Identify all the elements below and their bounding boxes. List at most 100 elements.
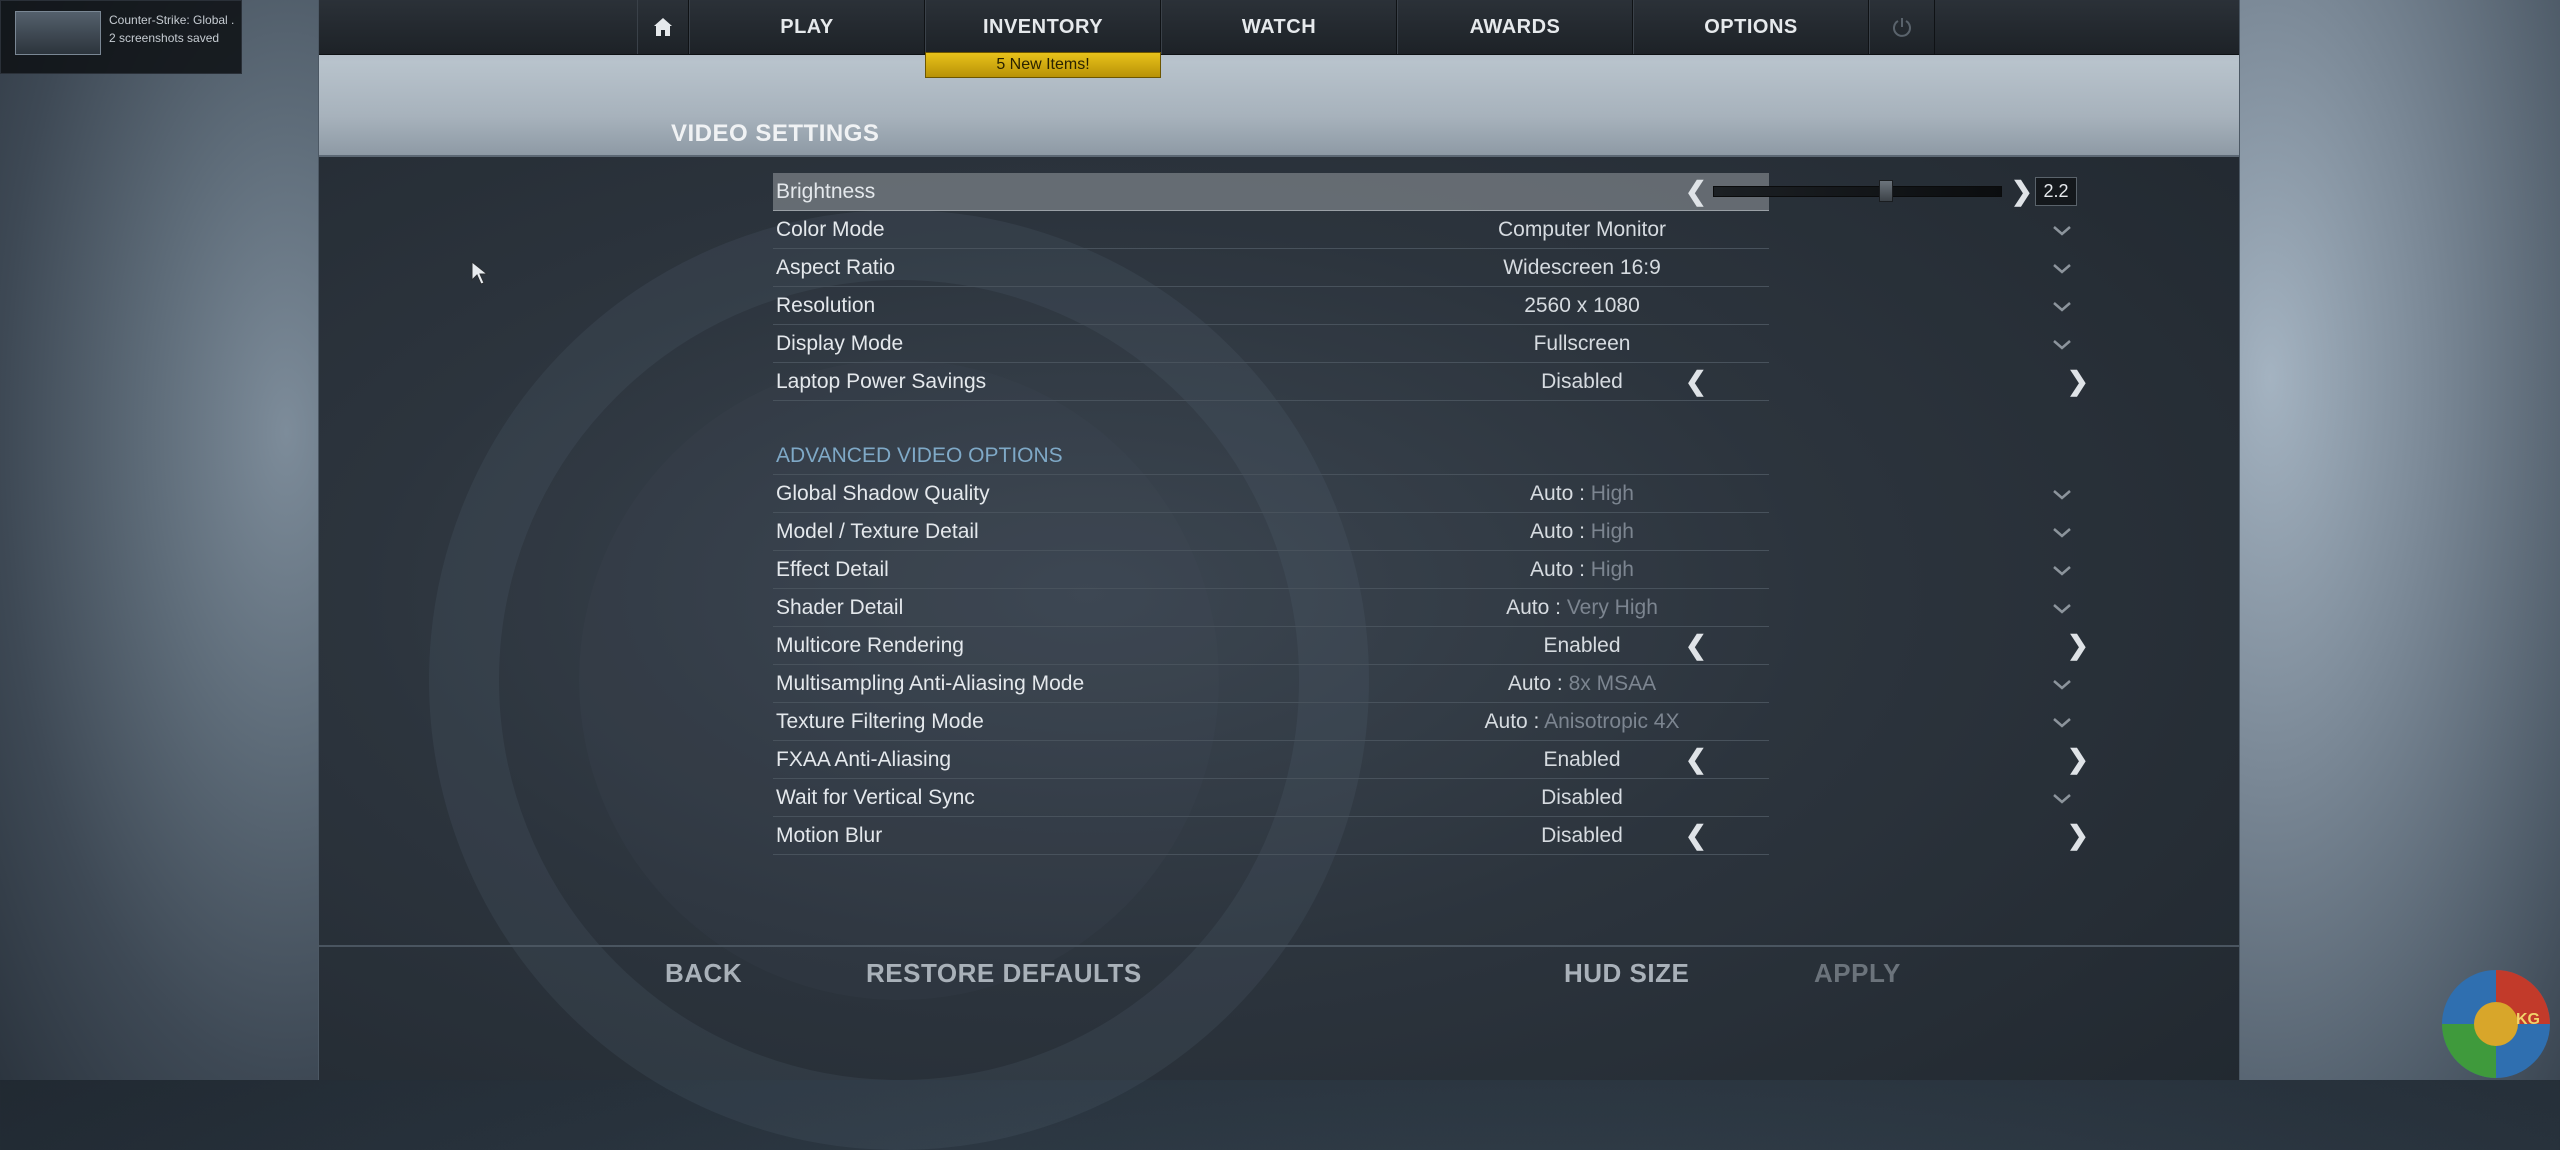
nav-awards[interactable]: AWARDS [1397,0,1633,54]
setting-value[interactable]: Fullscreen [1423,325,1741,362]
svg-text:KG: KG [2516,1011,2540,1028]
chevron-down-icon [2053,264,2071,274]
kg-logo: KG [2442,970,2550,1078]
back-button[interactable]: BACK [665,958,742,989]
setting-row[interactable]: Wait for Vertical Sync Disabled [773,779,2071,817]
dropdown-toggle[interactable] [2043,665,2083,702]
setting-label: Texture Filtering Mode [776,710,984,733]
setting-row-brightness[interactable]: Brightness ❮ ❯ 2.2 [773,173,2077,211]
chevron-down-icon [2053,302,2071,312]
settings-list: Brightness ❮ ❯ 2.2 Color Mode Computer Mo… [773,173,2089,855]
setting-value[interactable]: Auto : High [1423,475,1741,512]
notification-title: Counter-Strike: Global ... [109,13,234,27]
restore-defaults-button[interactable]: RESTORE DEFAULTS [866,958,1142,989]
next-option-arrow[interactable]: ❯ [2067,363,2089,400]
dropdown-toggle[interactable] [2043,475,2083,512]
setting-value[interactable]: Auto : Anisotropic 4X [1423,703,1741,740]
dropdown-toggle[interactable] [2043,513,2083,550]
setting-value[interactable]: Widescreen 16:9 [1423,249,1741,286]
dropdown-toggle[interactable] [2043,589,2083,626]
setting-row[interactable]: Resolution 2560 x 1080 [773,287,2071,325]
auto-prefix: Auto : [1507,672,1569,695]
setting-row[interactable]: FXAA Anti-Aliasing Enabled ❮ ❯ [773,741,2089,779]
advanced-section-title: ADVANCED VIDEO OPTIONS [776,444,1063,467]
next-option-arrow[interactable]: ❯ [2067,627,2089,664]
setting-label: Motion Blur [776,824,883,847]
nav-watch[interactable]: WATCH [1161,0,1397,54]
prev-option-arrow[interactable]: ❮ [1685,363,1707,400]
setting-label: Color Mode [776,218,885,241]
setting-label: Shader Detail [776,596,904,619]
chevron-down-icon [2053,794,2071,804]
prev-option-arrow[interactable]: ❮ [1685,741,1707,778]
background-left [0,0,318,1080]
setting-row[interactable]: Motion Blur Disabled ❮ ❯ [773,817,2089,855]
background-right [2238,0,2560,1080]
setting-row[interactable]: Aspect Ratio Widescreen 16:9 [773,249,2071,287]
footer-divider [319,945,2239,947]
setting-value[interactable]: Auto : High [1423,513,1741,550]
setting-row[interactable]: Display Mode Fullscreen [773,325,2071,363]
auto-prefix: Auto : [1530,482,1591,505]
setting-label: Model / Texture Detail [776,520,979,543]
setting-label: Multicore Rendering [776,634,964,657]
setting-row[interactable]: Multicore Rendering Enabled ❮ ❯ [773,627,2089,665]
nav-inventory[interactable]: INVENTORY [925,0,1161,54]
auto-prefix: Auto : [1530,558,1591,581]
dropdown-toggle[interactable] [2043,703,2083,740]
brightness-slider-track[interactable] [1713,186,2002,197]
dropdown-toggle[interactable] [2043,779,2083,816]
dropdown-toggle[interactable] [2043,551,2083,588]
top-nav: PLAY INVENTORY WATCH AWARDS OPTIONS [319,0,2239,55]
auto-value: High [1590,520,1634,543]
next-option-arrow[interactable]: ❯ [2067,741,2089,778]
setting-label: Laptop Power Savings [776,370,987,393]
setting-row[interactable]: Effect Detail Auto : High [773,551,2071,589]
nav-options[interactable]: OPTIONS [1633,0,1869,54]
slider-decrease-arrow[interactable]: ❮ [1685,173,1707,210]
setting-label: FXAA Anti-Aliasing [776,748,952,771]
setting-value[interactable]: Auto : 8x MSAA [1423,665,1741,702]
chevron-down-icon [2053,566,2071,576]
setting-value[interactable]: 2560 x 1080 [1423,287,1741,324]
setting-row[interactable]: Global Shadow Quality Auto : High [773,475,2071,513]
setting-value[interactable]: Disabled [1423,779,1741,816]
new-items-badge[interactable]: 5 New Items! [925,52,1161,78]
page-title: VIDEO SETTINGS [671,120,880,147]
setting-row[interactable]: Color Mode Computer Monitor [773,211,2071,249]
slider-increase-arrow[interactable]: ❯ [2011,173,2033,210]
setting-value[interactable]: Auto : Very High [1423,589,1741,626]
setting-row[interactable]: Shader Detail Auto : Very High [773,589,2071,627]
nav-play[interactable]: PLAY [689,0,925,54]
prev-option-arrow[interactable]: ❮ [1685,817,1707,854]
options-panel: PLAY INVENTORY WATCH AWARDS OPTIONS 5 Ne… [318,0,2240,1150]
setting-label: Resolution [776,294,876,317]
home-button[interactable] [637,0,689,54]
brightness-slider-knob[interactable] [1879,180,1894,202]
chevron-down-icon [2053,490,2071,500]
auto-prefix: Auto : [1530,520,1591,543]
dropdown-toggle[interactable] [2043,325,2083,362]
next-option-arrow[interactable]: ❯ [2067,817,2089,854]
setting-row[interactable]: Multisampling Anti-Aliasing Mode Auto : 8… [773,665,2071,703]
notification-subtitle: 2 screenshots saved [109,31,220,45]
dropdown-toggle[interactable] [2043,249,2083,286]
setting-value[interactable]: Computer Monitor [1423,211,1741,248]
setting-value[interactable]: Auto : High [1423,551,1741,588]
chevron-down-icon [2053,718,2071,728]
setting-row[interactable]: Texture Filtering Mode Auto : Anisotropic… [773,703,2071,741]
hud-size-button[interactable]: HUD SIZE [1564,958,1689,989]
steam-screenshot-notification[interactable]: Counter-Strike: Global ... 2 screenshots… [0,0,242,74]
dropdown-toggle[interactable] [2043,287,2083,324]
prev-option-arrow[interactable]: ❮ [1685,627,1707,664]
setting-row[interactable]: Laptop Power Savings Disabled ❮ ❯ [773,363,2089,401]
dropdown-toggle[interactable] [2043,211,2083,248]
apply-button[interactable]: APPLY [1814,958,1901,989]
chevron-down-icon [2053,226,2071,236]
setting-label: Wait for Vertical Sync [776,786,975,809]
power-button[interactable] [1869,0,1935,54]
auto-prefix: Auto : [1484,710,1545,733]
setting-row[interactable]: Model / Texture Detail Auto : High [773,513,2071,551]
auto-prefix: Auto : [1506,596,1567,619]
brightness-value[interactable]: 2.2 [2035,177,2077,206]
